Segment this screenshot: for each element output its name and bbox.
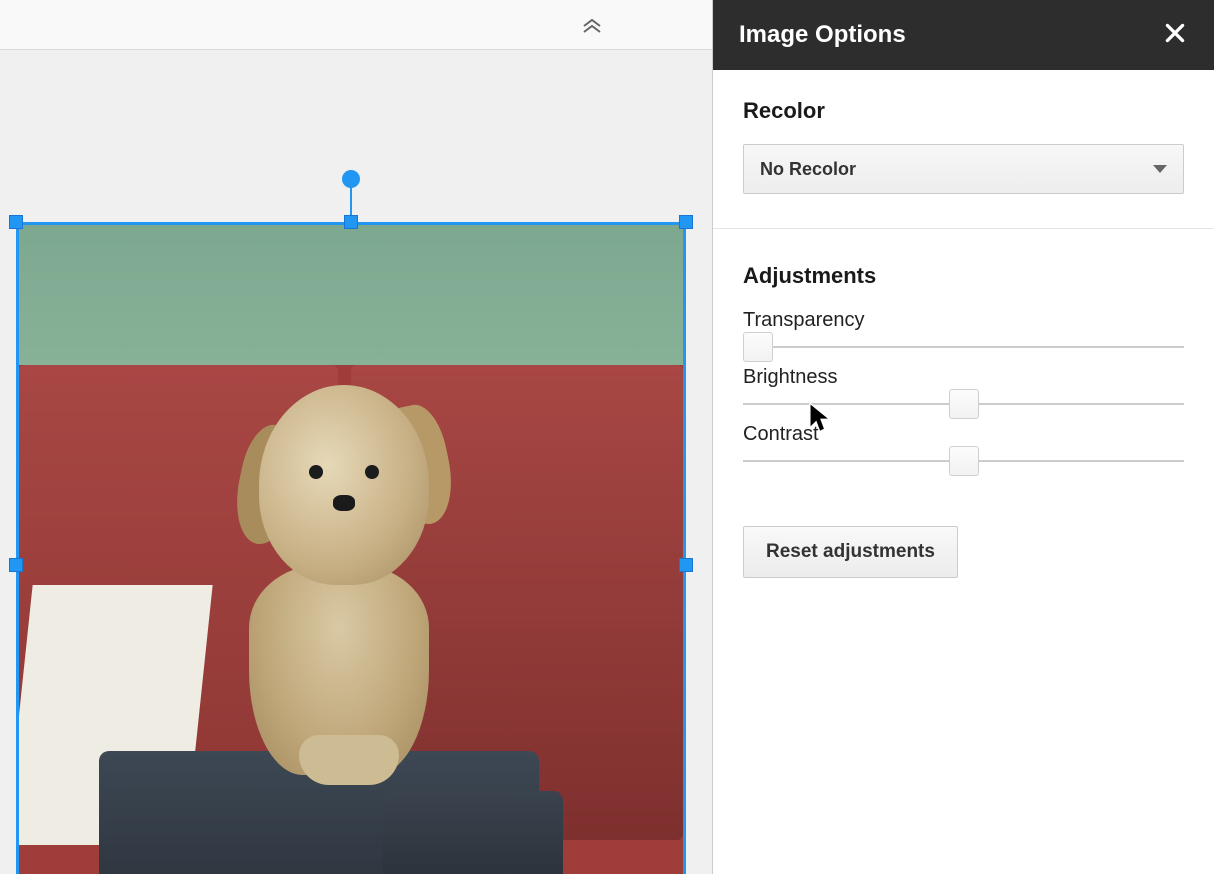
canvas-toolbar <box>0 0 712 50</box>
contrast-label: Contrast <box>743 423 1184 446</box>
adjustments-section-title: Adjustments <box>743 263 1184 289</box>
close-icon[interactable] <box>1162 19 1188 51</box>
contrast-slider-thumb[interactable] <box>949 446 979 476</box>
transparency-slider-thumb[interactable] <box>743 332 773 362</box>
resize-handle-middle-right[interactable] <box>679 558 693 572</box>
photo-placeholder <box>19 225 683 874</box>
panel-title: Image Options <box>739 21 906 49</box>
transparency-label: Transparency <box>743 309 1184 332</box>
divider <box>713 228 1214 229</box>
panel-body: Recolor No Recolor Adjustments Transpare… <box>713 70 1214 874</box>
editor-canvas[interactable] <box>0 0 713 874</box>
transparency-slider[interactable] <box>743 346 1184 348</box>
image-content[interactable] <box>16 222 686 874</box>
image-options-panel: Image Options Recolor No Recolor Adjustm… <box>713 0 1214 874</box>
selected-image[interactable] <box>16 222 686 874</box>
collapse-up-icon[interactable] <box>580 12 604 41</box>
panel-header: Image Options <box>713 0 1214 70</box>
recolor-section-title: Recolor <box>743 98 1184 124</box>
recolor-dropdown-value: No Recolor <box>760 159 856 180</box>
recolor-dropdown[interactable]: No Recolor <box>743 144 1184 194</box>
reset-adjustments-button[interactable]: Reset adjustments <box>743 526 958 578</box>
brightness-label: Brightness <box>743 366 1184 389</box>
resize-handle-top-left[interactable] <box>9 215 23 229</box>
resize-handle-top-middle[interactable] <box>344 215 358 229</box>
brightness-slider[interactable] <box>743 403 1184 405</box>
chevron-down-icon <box>1153 165 1167 173</box>
rotation-handle[interactable] <box>342 170 360 188</box>
resize-handle-top-right[interactable] <box>679 215 693 229</box>
brightness-slider-thumb[interactable] <box>949 389 979 419</box>
contrast-slider[interactable] <box>743 460 1184 462</box>
resize-handle-middle-left[interactable] <box>9 558 23 572</box>
canvas-body[interactable] <box>0 50 712 874</box>
